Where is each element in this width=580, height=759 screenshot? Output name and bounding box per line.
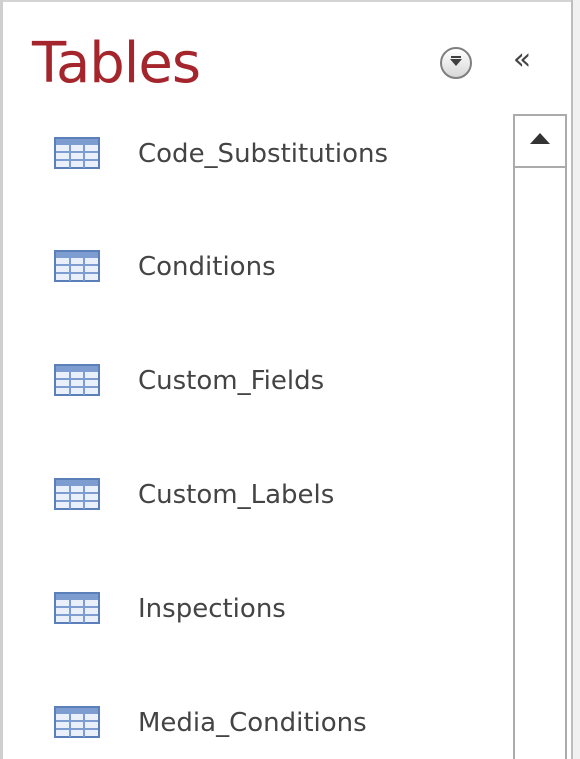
list-item-label: Custom_Labels xyxy=(138,480,335,510)
table-icon xyxy=(54,364,100,396)
top-divider xyxy=(0,0,572,2)
list-item-code-substitutions[interactable]: Code_Substitutions xyxy=(0,110,510,190)
pane-edge xyxy=(573,0,580,759)
vertical-scrollbar[interactable] xyxy=(513,114,567,759)
list-item-media-conditions[interactable]: Media_Conditions xyxy=(0,679,510,759)
list-item-inspections[interactable]: Inspections xyxy=(0,565,510,645)
list-item-label: Conditions xyxy=(138,252,276,282)
list-item-conditions[interactable]: Conditions xyxy=(0,223,510,303)
list-item-label: Inspections xyxy=(138,594,286,624)
navigation-pane: Tables « Code_Substitutions Conditions C… xyxy=(0,0,580,759)
table-icon xyxy=(54,592,100,624)
table-icon xyxy=(54,478,100,510)
pane-title: Tables xyxy=(32,31,201,96)
table-icon xyxy=(54,137,100,169)
list-item-custom-labels[interactable]: Custom_Labels xyxy=(0,451,510,531)
list-item-label: Media_Conditions xyxy=(138,708,367,738)
group-dropdown-button[interactable] xyxy=(440,47,472,79)
list-item-custom-fields[interactable]: Custom_Fields xyxy=(0,337,510,417)
table-icon xyxy=(54,706,100,738)
collapse-pane-button[interactable]: « xyxy=(502,42,542,78)
table-list: Code_Substitutions Conditions Custom_Fie… xyxy=(0,110,510,759)
list-item-label: Custom_Fields xyxy=(138,366,325,396)
table-icon xyxy=(54,250,100,282)
scroll-track[interactable] xyxy=(515,168,565,759)
list-item-label: Code_Substitutions xyxy=(138,139,389,169)
scroll-up-button[interactable] xyxy=(515,116,565,168)
